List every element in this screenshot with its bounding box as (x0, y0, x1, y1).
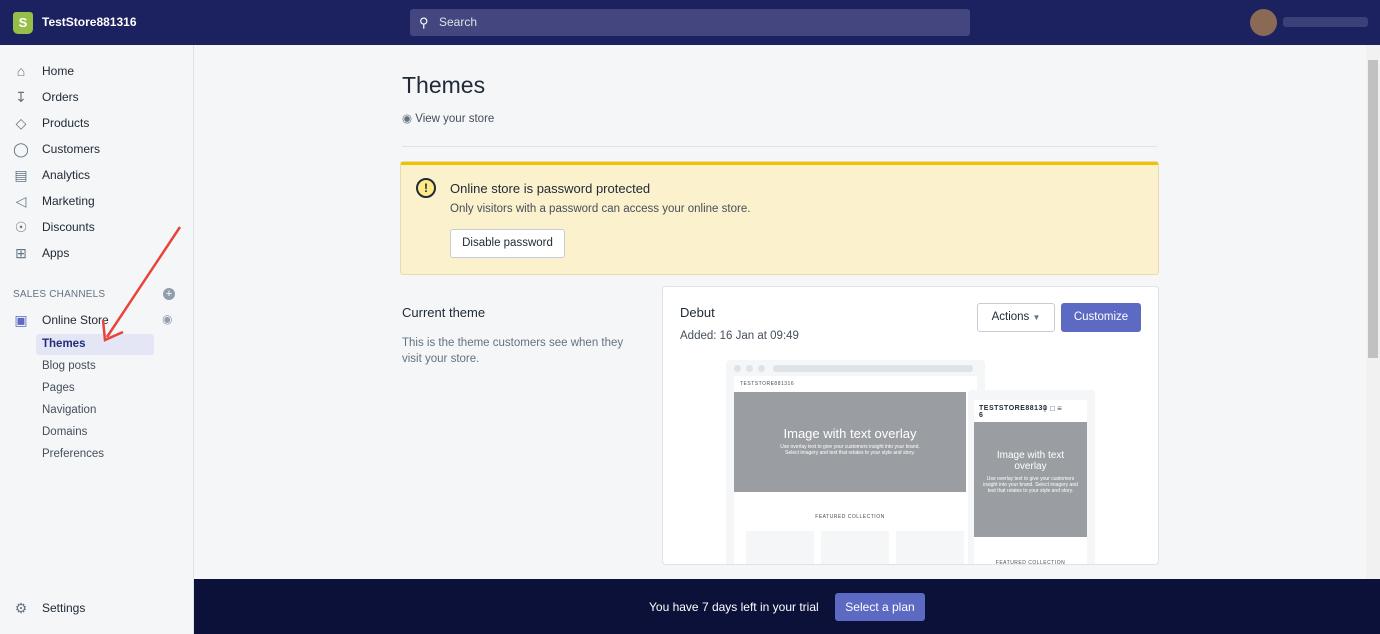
store-icon: ▣ (14, 311, 28, 328)
theme-name: Debut (680, 305, 715, 320)
mobile-preview: TESTSTORE88131 6 ⚲ □ ≡ Image with text o… (968, 390, 1095, 564)
shopify-logo[interactable]: S (13, 12, 33, 34)
window-dot (746, 365, 753, 372)
sidebar-item-analytics[interactable]: ▤ Analytics (0, 163, 194, 187)
store-name[interactable]: TestStore881316 (42, 15, 137, 29)
person-icon: ◯ (13, 140, 29, 157)
window-dot (734, 365, 741, 372)
top-bar: S TestStore881316 ⚲ Search (0, 0, 1380, 45)
sidebar-item-label: Products (42, 116, 90, 130)
window-dot (758, 365, 765, 372)
password-banner: ! Online store is password protected Onl… (401, 162, 1158, 274)
customize-button[interactable]: Customize (1061, 303, 1141, 332)
trial-message: You have 7 days left in your trial (649, 600, 819, 614)
featured-collection: FEATURED COLLECTION (815, 514, 885, 520)
sidebar-item-marketing[interactable]: ◁ Marketing (0, 189, 194, 213)
preview-hero: Image with text overlay Use overlay text… (734, 392, 966, 492)
page-title: Themes (402, 72, 486, 98)
sidebar-item-label: Home (42, 64, 75, 78)
sidebar-subitem-pages[interactable]: Pages (36, 378, 154, 399)
sidebar-item-label: Settings (42, 601, 86, 615)
product-tile (746, 531, 814, 564)
sidebar-item-settings[interactable]: ⚙ Settings (0, 596, 194, 620)
sidebar-item-home[interactable]: ⌂ Home (0, 59, 194, 83)
sidebar-subitem-navigation[interactable]: Navigation (36, 400, 154, 421)
mobile-hero-title: Image with text overlay (996, 450, 1065, 472)
caret-down-icon: ▼ (1032, 313, 1041, 322)
product-tile (821, 531, 889, 564)
desktop-preview: TESTSTORE881316 Image with text overlay … (726, 360, 985, 564)
disable-password-button[interactable]: Disable password (450, 229, 565, 258)
home-icon: ⌂ (16, 63, 26, 79)
search-placeholder: Search (439, 15, 478, 29)
orders-icon: ↧ (15, 88, 27, 105)
sidebar-item-customers[interactable]: ◯ Customers (0, 137, 194, 161)
bar-chart-icon: ▤ (14, 166, 28, 183)
trial-bar: You have 7 days left in your trial Selec… (194, 579, 1380, 634)
sidebar-subitem-domains[interactable]: Domains (36, 422, 154, 443)
annotation-arrow (101, 226, 182, 342)
apps-icon: ⊞ (15, 244, 27, 261)
actions-dropdown[interactable]: Actions ▼ (977, 303, 1055, 332)
warning-icon: ! (416, 178, 436, 198)
avatar[interactable] (1250, 9, 1277, 36)
search-input[interactable]: ⚲ Search (410, 9, 970, 36)
current-theme-heading: Current theme (402, 305, 486, 320)
sidebar-subitem-preferences[interactable]: Preferences (36, 444, 154, 465)
view-store-label: View your store (415, 113, 495, 125)
hero-text: Use overlay text to give your customers … (780, 444, 920, 456)
mobile-header-icons: ⚲ □ ≡ (1042, 404, 1062, 413)
sidebar-item-label: Customers (42, 142, 101, 156)
current-theme-description: This is the theme customers see when the… (402, 337, 624, 365)
divider (402, 146, 1157, 147)
actions-label: Actions (991, 311, 1030, 323)
preview-store-name: TESTSTORE881316 (740, 381, 795, 387)
sidebar-item-label: Apps (42, 246, 70, 260)
sidebar-item-products[interactable]: ◇ Products (0, 111, 194, 135)
banner-title: Online store is password protected (450, 181, 651, 196)
megaphone-icon: ◁ (15, 192, 27, 209)
scrollbar-thumb[interactable] (1368, 60, 1378, 358)
search-icon: ⚲ (419, 15, 429, 30)
mobile-hero: Image with text overlay Use overlay text… (974, 422, 1087, 537)
tag-icon: ◇ (15, 114, 27, 131)
sidebar-subitem-blog-posts[interactable]: Blog posts (36, 356, 154, 377)
gear-icon: ⚙ (14, 599, 28, 616)
mobile-store-name: TESTSTORE88131 6 (979, 405, 1048, 419)
sidebar-item-orders[interactable]: ↧ Orders (0, 85, 194, 109)
sidebar-item-label: Orders (42, 90, 79, 104)
select-plan-button[interactable]: Select a plan (835, 593, 925, 621)
preview-page: TESTSTORE881316 Image with text overlay … (734, 376, 977, 564)
theme-card: Debut Added: 16 Jan at 09:49 Actions ▼ C… (663, 287, 1158, 564)
mobile-hero-text: Use overlay text to give your customers … (983, 476, 1078, 494)
sales-channels-heading: SALES CHANNELS (13, 289, 106, 300)
sidebar-item-label: Analytics (42, 168, 91, 182)
address-bar (773, 365, 973, 372)
hero-title: Image with text overlay (783, 426, 917, 441)
eye-icon: ◉ (402, 113, 413, 125)
discount-icon: ☉ (14, 218, 28, 235)
user-name[interactable] (1283, 17, 1368, 27)
banner-description: Only visitors with a password can access… (450, 203, 751, 215)
product-tile (896, 531, 964, 564)
sidebar-item-label: Discounts (42, 220, 95, 234)
mobile-featured-collection: FEATURED COLLECTION (995, 560, 1066, 564)
theme-added-date: Added: 16 Jan at 09:49 (680, 330, 799, 342)
sidebar-item-label: Marketing (42, 194, 95, 208)
view-store-link[interactable]: ◉ View your store (402, 111, 494, 125)
mobile-page: TESTSTORE88131 6 ⚲ □ ≡ Image with text o… (974, 400, 1087, 564)
